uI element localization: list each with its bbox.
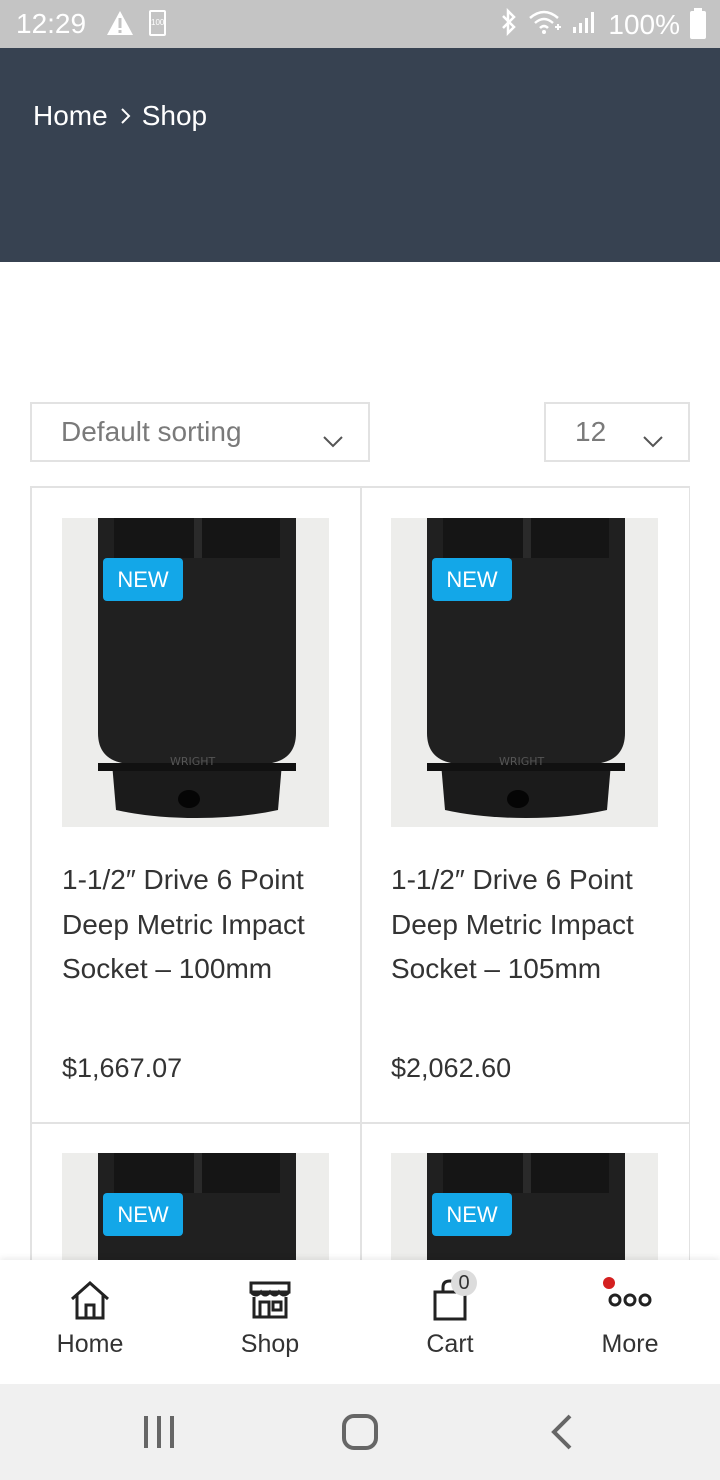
bluetooth-icon (500, 7, 518, 41)
nav-cart-label: Cart (426, 1330, 474, 1358)
chevron-down-icon (642, 424, 664, 456)
chevron-down-icon (322, 424, 344, 456)
recent-apps-icon[interactable] (140, 1412, 178, 1457)
product-price: $1,667.07 (62, 1053, 183, 1083)
per-page-select-value: 12 (575, 416, 607, 447)
wifi-icon (528, 9, 562, 40)
sort-select-value: Default sorting (61, 416, 242, 447)
new-badge: NEW (103, 558, 183, 601)
battery-percent: 100% (608, 8, 680, 40)
status-bar: 12:29 100 100% (0, 0, 720, 48)
notification-dot (603, 1277, 615, 1289)
nav-more[interactable]: More (540, 1260, 720, 1384)
product-card[interactable]: WRIGHT NEW 1-1/2″ Drive 6 Point Deep Met… (32, 488, 362, 1124)
page-header: Home Shop (0, 48, 720, 262)
product-grid: WRIGHT NEW 1-1/2″ Drive 6 Point Deep Met… (30, 486, 690, 1286)
cart-count-badge: 0 (451, 1270, 477, 1296)
new-badge: NEW (432, 1193, 512, 1236)
home-button-icon[interactable] (340, 1412, 380, 1457)
store-icon (180, 1276, 360, 1324)
new-badge: NEW (103, 1193, 183, 1236)
signal-icon (572, 9, 598, 40)
more-icon (540, 1276, 720, 1324)
product-title[interactable]: 1-1/2″ Drive 6 Point Deep Metric Impact … (62, 858, 337, 992)
home-icon (0, 1276, 180, 1324)
product-card[interactable]: WRIGHT NEW 1-1/2″ Drive 6 Point Deep Met… (361, 488, 690, 1124)
breadcrumb-home[interactable]: Home (33, 100, 108, 132)
product-title[interactable]: 1-1/2″ Drive 6 Point Deep Metric Impact … (391, 858, 666, 992)
status-icons: 100% (500, 7, 706, 41)
warning-icon (106, 10, 134, 41)
system-nav-bar (0, 1384, 720, 1480)
nav-shop[interactable]: Shop (180, 1260, 360, 1384)
product-price: $2,062.60 (391, 1053, 512, 1083)
nav-cart[interactable]: Cart (360, 1260, 540, 1384)
nav-shop-label: Shop (240, 1330, 300, 1358)
nav-home-label: Home (56, 1330, 124, 1358)
svg-text:WRIGHT: WRIGHT (499, 755, 545, 768)
chevron-right-icon (120, 106, 132, 126)
status-time: 12:29 (16, 8, 87, 39)
nav-more-label: More (601, 1330, 659, 1358)
sort-select[interactable]: Default sorting (30, 402, 370, 462)
new-badge: NEW (432, 558, 512, 601)
per-page-select[interactable]: 12 (544, 402, 690, 462)
product-image[interactable]: WRIGHT NEW (62, 518, 329, 827)
battery-icon (690, 7, 706, 39)
bag-icon (360, 1276, 540, 1324)
product-image[interactable]: WRIGHT NEW (391, 518, 658, 827)
back-icon[interactable] (548, 1412, 576, 1457)
svg-text:WRIGHT: WRIGHT (170, 755, 216, 768)
breadcrumb-shop: Shop (141, 100, 208, 131)
battery-saver-icon: 100 (149, 10, 166, 36)
breadcrumb: Home Shop (33, 100, 207, 132)
nav-home[interactable]: Home (0, 1260, 180, 1384)
